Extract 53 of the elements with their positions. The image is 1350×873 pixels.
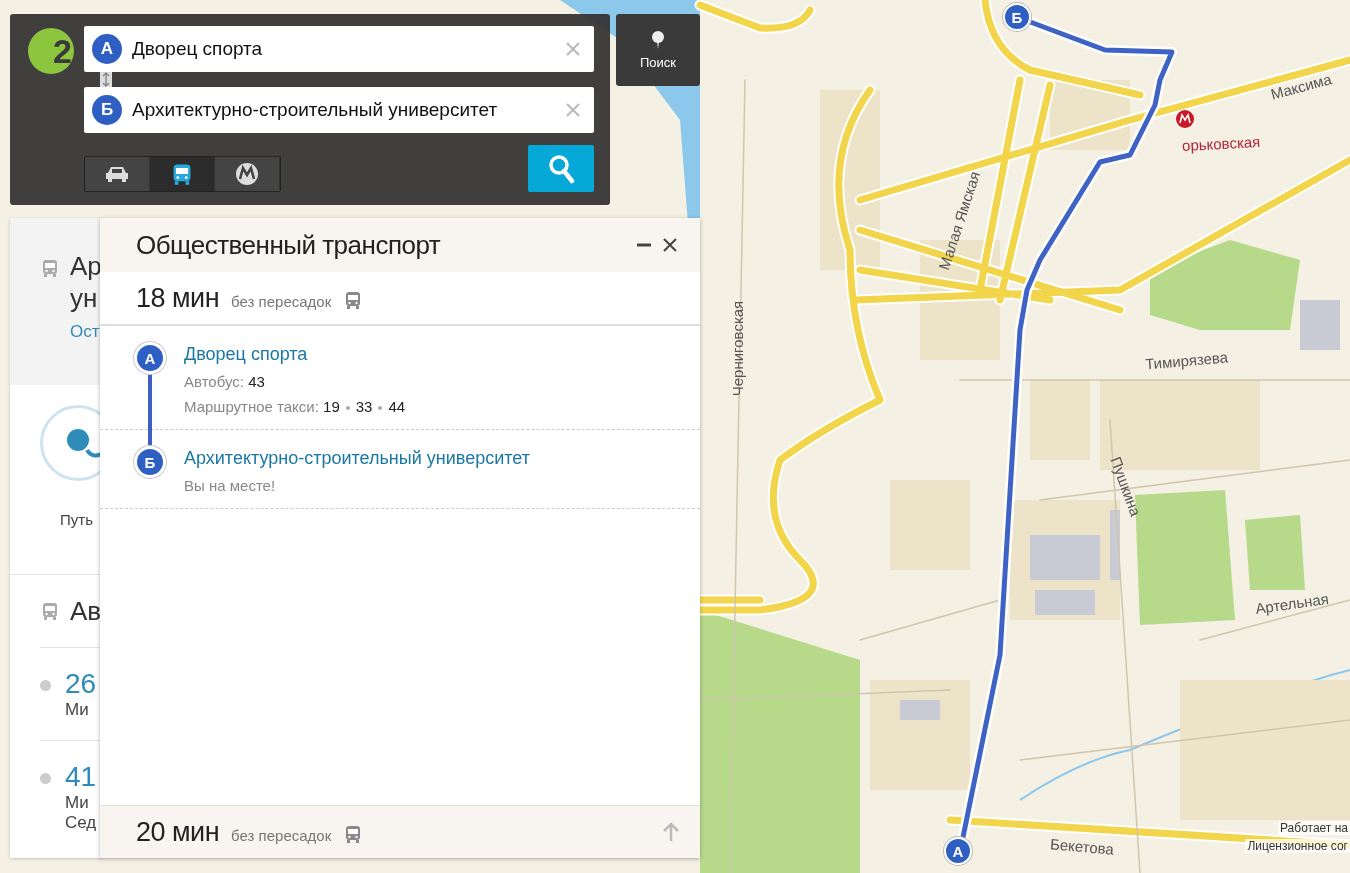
stop-link[interactable]: Архитектурно-строительный университет <box>184 448 530 469</box>
point-marker: Б <box>92 95 122 125</box>
route-number[interactable]: 26 <box>65 668 97 700</box>
close-icon[interactable] <box>662 237 678 253</box>
point-marker: Б <box>134 446 166 478</box>
street-label: Тимирязева <box>1144 348 1229 373</box>
route-description: Ми <box>65 700 90 720</box>
route-point-marker[interactable]: Б <box>1003 3 1031 31</box>
route-summary[interactable]: 18 мин без пересадок <box>100 272 700 326</box>
stop-link[interactable]: Дворец спорта <box>184 344 406 365</box>
bus-icon <box>40 258 60 278</box>
car-icon <box>105 164 129 184</box>
route-number[interactable]: 44 <box>388 398 406 415</box>
point-marker: А <box>134 342 166 374</box>
section-title: Ав <box>70 595 102 627</box>
search-button[interactable] <box>528 145 594 192</box>
street-label: Максима <box>1268 70 1334 103</box>
attribution-text: Лицензионное сог <box>1245 839 1350 853</box>
address-field[interactable]: Б Архитектурно-строительный университет <box>84 87 594 133</box>
route-number[interactable]: 19 <box>323 398 340 415</box>
arrival-note: Вы на месте! <box>184 477 277 494</box>
route-number[interactable]: 43 <box>248 373 265 390</box>
transport-mode-tab[interactable] <box>150 157 215 191</box>
metro-station-icon <box>1176 110 1194 128</box>
street-label: Черниговская <box>729 300 747 397</box>
metro-station-label: орьковская <box>1181 132 1261 155</box>
attribution-text: Работает на <box>1278 821 1350 835</box>
transport-type-label: Маршрутное такси: <box>184 398 320 415</box>
point-marker: А <box>92 34 122 64</box>
route-description: Ми <box>65 793 90 813</box>
bullet-icon <box>40 680 51 691</box>
bus-icon <box>40 601 60 621</box>
transport-mode-tab[interactable] <box>215 157 280 191</box>
street-label: Малая Ямская <box>935 169 984 272</box>
route-caption: Путь <box>60 511 94 528</box>
street-label: Бекетова <box>1049 835 1115 858</box>
address-field[interactable]: А Дворец спорта <box>84 26 594 72</box>
swap-icon[interactable] <box>100 72 112 87</box>
route-description: Сед <box>65 813 97 833</box>
stop-title: Ар <box>70 250 102 282</box>
app-logo[interactable]: 2 <box>28 28 74 74</box>
route-number[interactable]: 41 <box>65 761 97 793</box>
stop-title: ун <box>70 282 99 314</box>
route-number[interactable]: 33 <box>355 398 373 415</box>
metro-icon <box>235 162 259 186</box>
transport-type-label: Автобус: <box>184 373 245 390</box>
transport-mode-tab[interactable] <box>85 157 150 191</box>
bullet-icon <box>40 773 51 784</box>
route-point-marker[interactable]: А <box>944 837 972 865</box>
search-place-button[interactable]: Поиск <box>616 14 700 86</box>
panel-title: Общественный транспорт <box>136 229 441 261</box>
street-label: Артельная <box>1254 589 1330 618</box>
search-icon <box>547 153 575 184</box>
